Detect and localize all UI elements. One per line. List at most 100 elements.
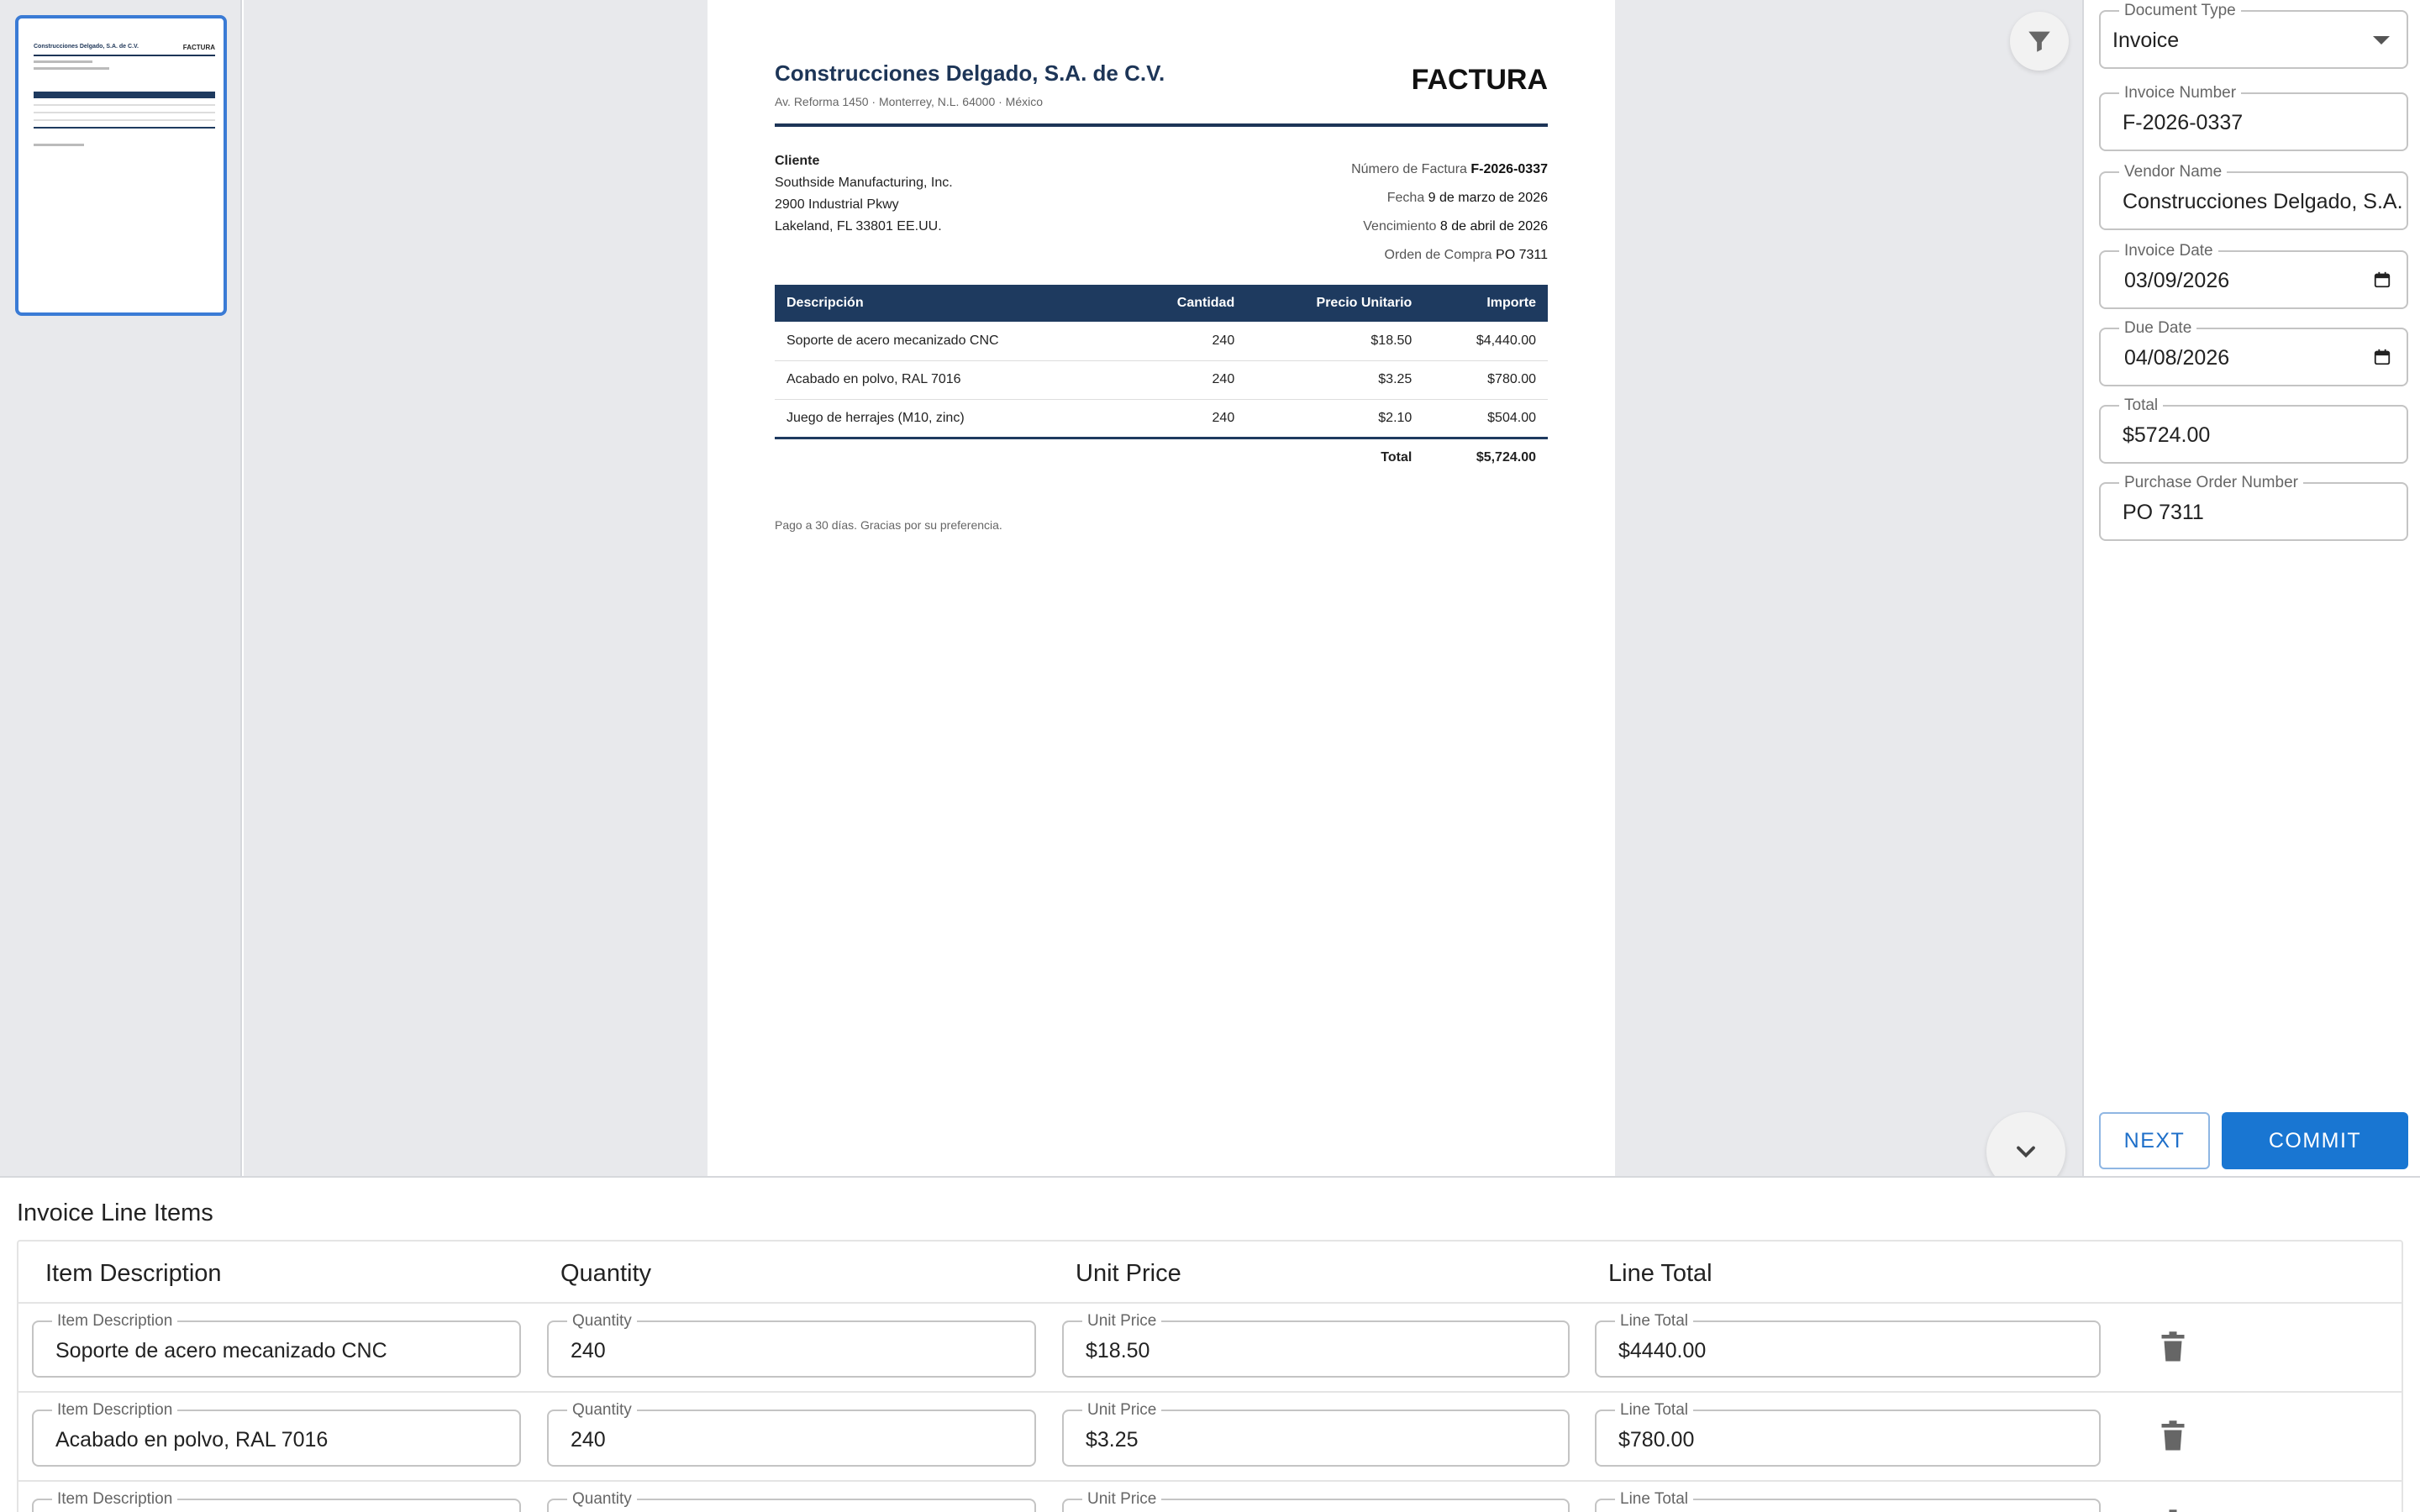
document-page: Construcciones Delgado, S.A. de C.V. Av.…: [708, 0, 1615, 1176]
purchase-order-field[interactable]: Purchase Order Number PO 7311: [2099, 474, 2408, 541]
meta-value: 9 de marzo de 2026: [1428, 191, 1548, 205]
invoice-number-field[interactable]: Invoice Number F-2026-0337: [2099, 84, 2408, 151]
header-quantity: Quantity: [560, 1260, 651, 1287]
cell-quantity: 240: [1125, 399, 1247, 439]
field-label: Quantity: [567, 1490, 637, 1509]
field-value: $780.00: [1618, 1428, 1695, 1452]
unit-price-field[interactable]: Unit Price: [1062, 1490, 1570, 1512]
document-viewer[interactable]: Construcciones Delgado, S.A. de C.V. Av.…: [244, 0, 2082, 1191]
field-label: Line Total: [1615, 1490, 1693, 1509]
cell-description: Acabado en polvo, RAL 7016: [775, 360, 1126, 400]
field-label: Due Date: [2119, 319, 2197, 338]
field-label: Quantity: [567, 1312, 637, 1331]
meta-po: Orden de Compra PO 7311: [1351, 241, 1548, 270]
col-quantity: Cantidad: [1125, 285, 1247, 322]
cell-description: Soporte de acero mecanizado CNC: [775, 322, 1126, 361]
document-title: FACTURA: [1411, 64, 1548, 96]
cell-amount: $780.00: [1423, 360, 1548, 400]
thumbnail-row: [34, 119, 215, 121]
field-value: $18.50: [1086, 1339, 1150, 1362]
items-row: Soporte de acero mecanizado CNC 240 $18.…: [775, 322, 1548, 361]
client-city: Lakeland, FL 33801 EE.UU.: [775, 219, 942, 234]
meta-value: PO 7311: [1496, 248, 1548, 262]
cell-amount: $4,440.00: [1423, 322, 1548, 361]
field-label: Document Type: [2119, 2, 2241, 20]
field-label: Unit Price: [1082, 1312, 1162, 1331]
field-value: 240: [571, 1339, 606, 1362]
page-thumbnail[interactable]: Construcciones Delgado, S.A. de C.V. FAC…: [15, 15, 227, 316]
cell-quantity: 240: [1125, 322, 1247, 361]
item-description-field[interactable]: Item Description Acabado en polvo, RAL 7…: [32, 1401, 521, 1467]
line-total-field[interactable]: Line Total: [1595, 1490, 2101, 1512]
due-date-field[interactable]: Due Date 04/08/2026: [2099, 319, 2408, 386]
field-value: $4440.00: [1618, 1339, 1707, 1362]
filter-icon: [2028, 31, 2050, 52]
unit-price-field[interactable]: Unit Price $18.50: [1062, 1312, 1570, 1378]
meta-invoice-number: Número de Factura F-2026-0337: [1351, 155, 1548, 184]
field-label: Purchase Order Number: [2119, 474, 2303, 492]
col-amount: Importe: [1423, 285, 1548, 322]
meta-key: Orden de Compra: [1384, 248, 1492, 262]
vendor-name-field[interactable]: Vendor Name Construcciones Delgado, S.A.…: [2099, 163, 2408, 230]
total-value: $5,724.00: [1476, 449, 1536, 465]
unit-price-field[interactable]: Unit Price $3.25: [1062, 1401, 1570, 1467]
cell-unit-price: $3.25: [1246, 360, 1424, 400]
field-label: Vendor Name: [2119, 163, 2228, 181]
line-total-field[interactable]: Line Total $4440.00: [1595, 1312, 2101, 1378]
col-description: Descripción: [775, 285, 1126, 322]
field-label: Invoice Number: [2119, 84, 2242, 102]
next-button[interactable]: NEXT: [2099, 1112, 2210, 1169]
quantity-field[interactable]: Quantity: [547, 1490, 1036, 1512]
total-field[interactable]: Total $5724.00: [2099, 396, 2408, 464]
items-header-row: Descripción Cantidad Precio Unitario Imp…: [775, 285, 1548, 322]
meta-key: Fecha: [1386, 191, 1425, 205]
header-divider: [775, 123, 1548, 127]
line-item-row: Item Description Acabado en polvo, RAL 7…: [18, 1393, 2402, 1482]
field-value: Soporte de acero mecanizado CNC: [55, 1339, 387, 1362]
field-value: PO 7311: [2123, 501, 2204, 524]
items-row: Acabado en polvo, RAL 7016 240 $3.25 $78…: [775, 360, 1548, 400]
field-label: Quantity: [567, 1401, 637, 1420]
meta-key: Vencimiento: [1363, 219, 1437, 234]
invoice-date-field[interactable]: Invoice Date 03/09/2026: [2099, 242, 2408, 309]
item-description-field[interactable]: Item Description: [32, 1490, 521, 1512]
client-label: Cliente: [775, 154, 820, 168]
field-label: Line Total: [1615, 1401, 1693, 1420]
document-type-select[interactable]: Document Type Invoice: [2099, 2, 2408, 69]
trash-icon[interactable]: [2158, 1420, 2188, 1453]
quantity-field[interactable]: Quantity 240: [547, 1312, 1036, 1378]
thumbnail-line: [34, 60, 92, 63]
invoice-meta: Número de Factura F-2026-0337 Fecha 9 de…: [1351, 155, 1548, 270]
line-item-row: Item Description Quantity Unit Price Lin…: [18, 1482, 2402, 1512]
thumbnail-table-header: [34, 92, 215, 98]
line-items-title: Invoice Line Items: [17, 1200, 213, 1226]
field-value: F-2026-0337: [2123, 111, 2244, 134]
calendar-icon[interactable]: [2373, 270, 2391, 289]
field-label: Item Description: [52, 1490, 178, 1509]
page-thumbnails-panel: Construcciones Delgado, S.A. de C.V. FAC…: [0, 0, 242, 1176]
line-total-field[interactable]: Line Total $780.00: [1595, 1401, 2101, 1467]
trash-icon[interactable]: [2158, 1331, 2188, 1364]
field-value: $5724.00: [2123, 423, 2211, 447]
thumbnail-preview: Construcciones Delgado, S.A. de C.V. FAC…: [34, 44, 215, 146]
meta-value: F-2026-0337: [1470, 162, 1548, 176]
quantity-field[interactable]: Quantity 240: [547, 1401, 1036, 1467]
field-label: Line Total: [1615, 1312, 1693, 1331]
filter-button[interactable]: [2010, 12, 2069, 71]
field-label: Item Description: [52, 1312, 178, 1331]
calendar-icon[interactable]: [2373, 348, 2391, 366]
trash-icon[interactable]: [2158, 1509, 2188, 1512]
item-description-field[interactable]: Item Description Soporte de acero mecani…: [32, 1312, 521, 1378]
cell-amount: $504.00: [1423, 399, 1548, 439]
line-item-row: Item Description Soporte de acero mecani…: [18, 1304, 2402, 1393]
cell-empty: [775, 438, 1126, 476]
meta-due-date: Vencimiento 8 de abril de 2026: [1351, 213, 1548, 241]
meta-key: Número de Factura: [1351, 162, 1467, 176]
commit-button[interactable]: COMMIT: [2222, 1112, 2408, 1169]
invoice-form-panel: Document Type Invoice Invoice Number F-2…: [2082, 0, 2420, 1176]
items-total-row: Total $5,724.00: [775, 438, 1548, 476]
field-label: Unit Price: [1082, 1401, 1162, 1420]
field-label: Unit Price: [1082, 1490, 1162, 1509]
line-items-table: Item Description Quantity Unit Price Lin…: [17, 1240, 2403, 1512]
thumbnail-rule: [34, 55, 215, 56]
